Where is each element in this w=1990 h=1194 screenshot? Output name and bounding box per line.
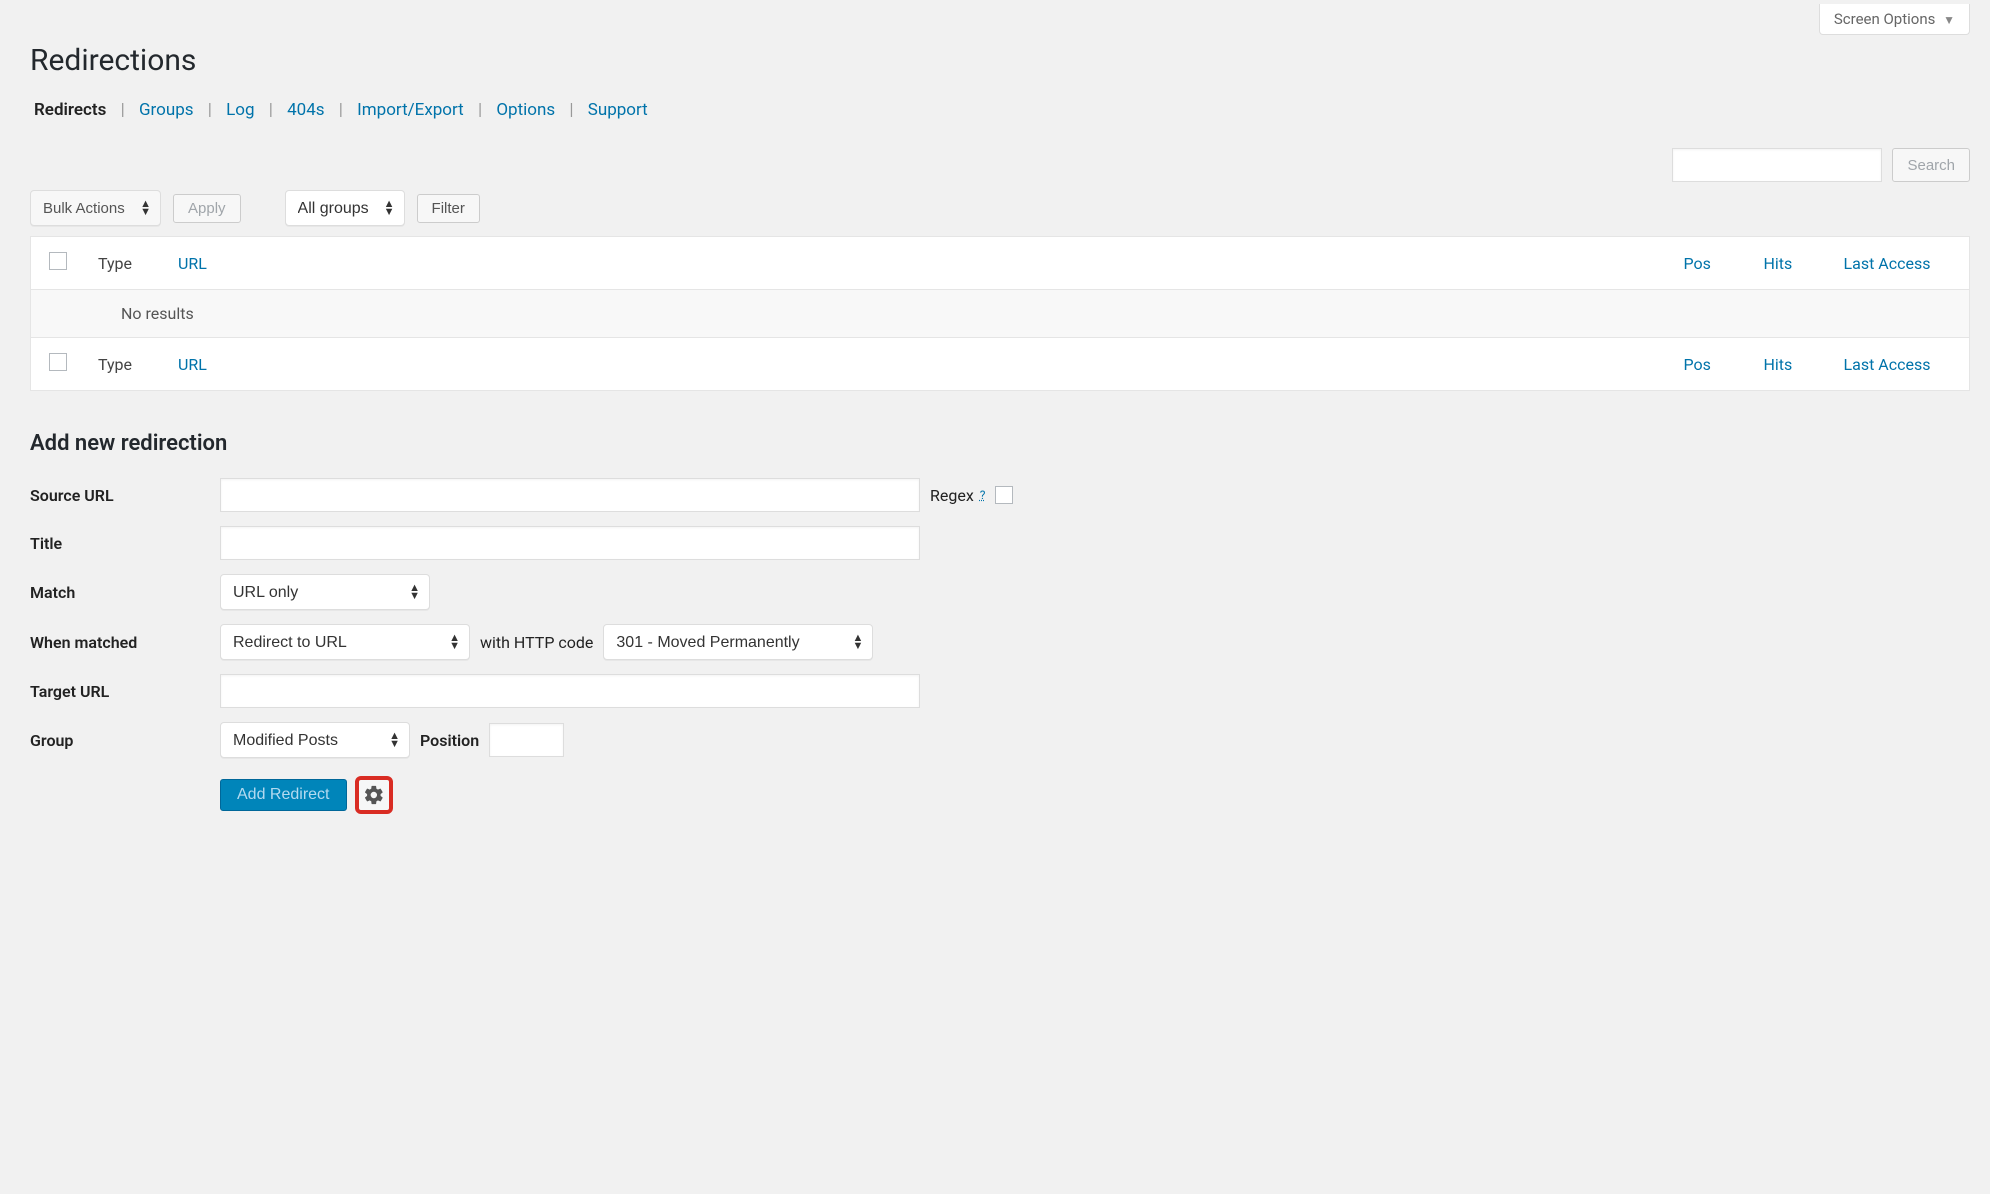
col-url-foot[interactable]: URL <box>178 355 207 374</box>
nav-import-export[interactable]: Import/Export <box>353 100 468 120</box>
match-select[interactable]: URL only <box>220 574 430 610</box>
group-select[interactable]: Modified Posts <box>220 722 410 758</box>
label-when-matched: When matched <box>30 633 210 652</box>
gear-icon <box>363 784 385 806</box>
col-last[interactable]: Last Access <box>1844 254 1931 273</box>
select-all-bottom[interactable] <box>49 353 67 371</box>
title-input[interactable] <box>220 526 920 560</box>
group-filter-select[interactable]: All groups <box>285 190 405 226</box>
search-button[interactable]: Search <box>1892 148 1970 182</box>
label-source-url: Source URL <box>30 486 210 505</box>
screen-options-label: Screen Options <box>1834 10 1936 28</box>
label-position: Position <box>420 731 479 750</box>
nav-redirects[interactable]: Redirects <box>30 100 110 120</box>
label-regex: Regex <box>930 486 974 505</box>
chevron-down-icon: ▼ <box>1943 13 1955 27</box>
page-title: Redirections <box>30 43 1970 78</box>
col-url[interactable]: URL <box>178 254 207 273</box>
advanced-settings-button[interactable] <box>355 776 393 814</box>
nav-support[interactable]: Support <box>584 100 652 120</box>
sub-nav: Redirects | Groups | Log | 404s | Import… <box>30 100 1970 120</box>
label-group: Group <box>30 731 210 750</box>
filter-button[interactable]: Filter <box>417 194 480 223</box>
when-matched-select[interactable]: Redirect to URL <box>220 624 470 660</box>
help-icon[interactable]: ? <box>980 488 986 502</box>
add-redirection-title: Add new redirection <box>30 431 1970 456</box>
label-title: Title <box>30 534 210 553</box>
position-input[interactable] <box>489 723 564 757</box>
add-redirect-button[interactable]: Add Redirect <box>220 779 347 811</box>
nav-options[interactable]: Options <box>492 100 559 120</box>
http-code-select[interactable]: 301 - Moved Permanently <box>603 624 873 660</box>
label-match: Match <box>30 583 210 602</box>
search-input[interactable] <box>1672 148 1882 182</box>
source-url-input[interactable] <box>220 478 920 512</box>
label-target-url: Target URL <box>30 682 210 701</box>
regex-checkbox[interactable] <box>995 486 1013 504</box>
col-hits-foot[interactable]: Hits <box>1764 355 1793 374</box>
col-hits[interactable]: Hits <box>1764 254 1793 273</box>
bulk-actions-select[interactable]: Bulk Actions <box>30 190 161 226</box>
redirects-table: Type URL Pos Hits Last Access No results… <box>30 236 1970 391</box>
col-last-foot[interactable]: Last Access <box>1844 355 1931 374</box>
screen-options-button[interactable]: Screen Options ▼ <box>1819 4 1970 35</box>
nav-log[interactable]: Log <box>222 100 258 120</box>
apply-button[interactable]: Apply <box>173 194 241 223</box>
col-type: Type <box>84 237 164 290</box>
select-all-top[interactable] <box>49 252 67 270</box>
nav-groups[interactable]: Groups <box>135 100 198 120</box>
target-url-input[interactable] <box>220 674 920 708</box>
col-type-foot: Type <box>84 338 164 391</box>
nav-404s[interactable]: 404s <box>283 100 328 120</box>
label-http-code: with HTTP code <box>480 633 593 652</box>
col-pos[interactable]: Pos <box>1684 254 1711 273</box>
empty-row: No results <box>31 290 1970 338</box>
col-pos-foot[interactable]: Pos <box>1684 355 1711 374</box>
